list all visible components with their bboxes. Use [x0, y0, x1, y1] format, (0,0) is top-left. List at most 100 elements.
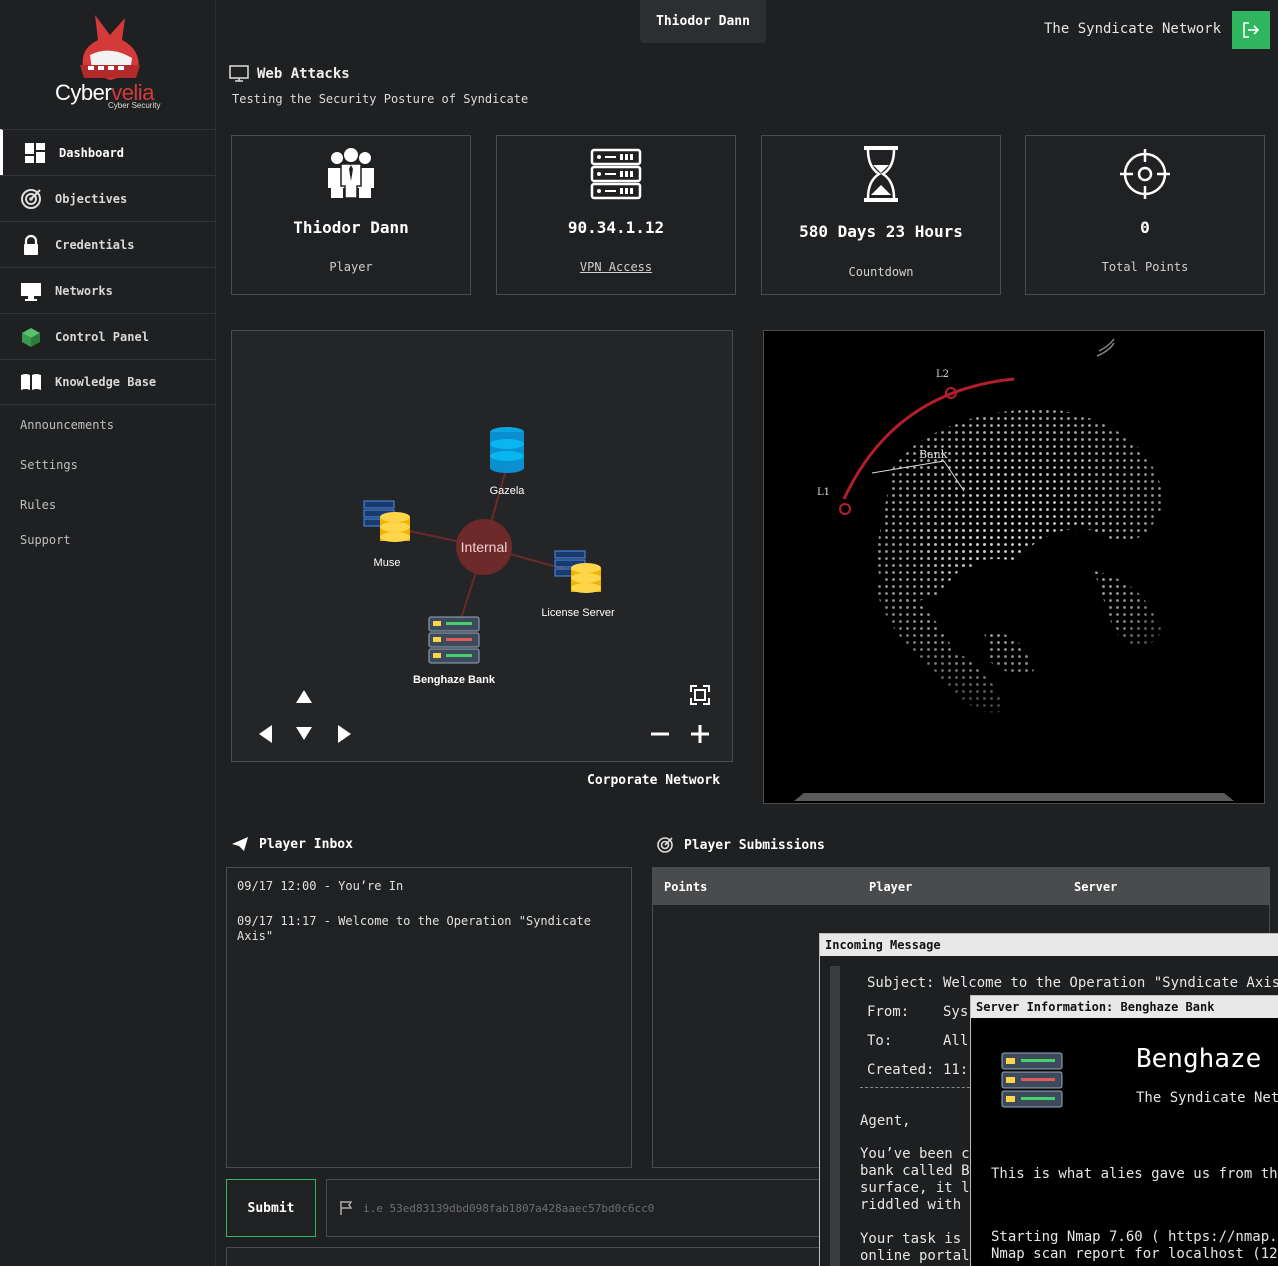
globe-label-bank: Bank	[919, 448, 948, 461]
fit-screen-icon[interactable]	[690, 685, 710, 705]
pan-down-icon[interactable]	[296, 727, 312, 740]
link-rules[interactable]: Rules	[20, 498, 114, 533]
network-map-caption: Corporate Network	[587, 773, 721, 788]
column-server[interactable]: Server	[1074, 880, 1117, 894]
message-greeting: Agent,	[860, 1113, 911, 1129]
countdown-label: Countdown	[848, 265, 914, 279]
server-heading: Benghaze B	[1136, 1044, 1278, 1074]
sidebar-links: Announcements Settings Rules Support	[20, 418, 114, 553]
book-icon	[20, 371, 42, 393]
pan-up-icon[interactable]	[296, 690, 312, 703]
page-title-text: Web Attacks	[257, 66, 350, 82]
inbox-message[interactable]: 09/17 11:17 - Welcome to the Operation "…	[237, 914, 621, 944]
monitor-icon	[229, 65, 249, 82]
network-graph: Internal Gazela Muse License Server Beng…	[259, 427, 710, 743]
subject-label: Subject:	[867, 975, 935, 991]
column-points[interactable]: Points	[664, 880, 707, 894]
sidebar-item-objectives[interactable]: Objectives	[0, 175, 215, 221]
zoom-in-icon[interactable]	[691, 725, 709, 743]
scrollbar[interactable]	[830, 966, 840, 1266]
link-support[interactable]: Support	[20, 533, 114, 553]
node-gazela[interactable]: Gazela	[490, 427, 526, 497]
link-settings[interactable]: Settings	[20, 458, 114, 498]
globe-label-l1: L1	[817, 487, 830, 498]
countdown-card: 580 Days 23 Hours Countdown	[761, 135, 1001, 295]
svg-text:Gazela: Gazela	[490, 485, 526, 497]
column-player[interactable]: Player	[869, 880, 912, 894]
sidebar-item-label: Dashboard	[59, 145, 125, 160]
sidebar-item-label: Networks	[55, 283, 113, 298]
node-muse[interactable]: Muse	[363, 500, 410, 569]
sidebar-item-networks[interactable]: Networks	[0, 267, 215, 313]
inbox-list: 09/17 12:00 - You’re In 09/17 11:17 - We…	[226, 867, 632, 1168]
paper-plane-icon	[232, 837, 248, 851]
vpn-access-link[interactable]: VPN Access	[497, 260, 735, 274]
page-subtitle: Testing the Security Posture of Syndicat…	[232, 92, 529, 106]
monitor-icon	[20, 280, 42, 302]
sidebar-item-label: Control Panel	[55, 329, 149, 344]
sidebar-item-label: Knowledge Base	[55, 375, 157, 389]
node-license-server[interactable]: License Server	[541, 550, 615, 619]
submissions-title-text: Player Submissions	[684, 837, 825, 853]
server-icon	[1001, 1052, 1063, 1108]
from-value: Sys	[943, 1004, 969, 1020]
submissions-title: Player Submissions	[656, 836, 825, 854]
submit-flag-button[interactable]: Submit	[226, 1179, 316, 1237]
page-title: Web Attacks	[229, 65, 350, 83]
globe-view[interactable]: Bank L1 L2	[763, 330, 1265, 804]
svg-text:Muse: Muse	[374, 557, 401, 569]
svg-text:License Server: License Server	[541, 607, 615, 619]
logout-icon	[1243, 22, 1260, 38]
pan-right-icon[interactable]	[338, 725, 351, 743]
flag-input-placeholder: i.e 53ed83139dbd098fab1807a428aaec57bd0c…	[363, 1201, 655, 1215]
divider	[860, 1087, 980, 1088]
countdown-value: 580 Days 23 Hours	[799, 222, 963, 241]
to-value: All	[943, 1033, 969, 1049]
window-title[interactable]: Server Information: Benghaze Bank	[971, 996, 1278, 1018]
crosshair-icon	[1120, 149, 1170, 199]
player-card: Thiodor Dann Player	[231, 135, 471, 295]
target-icon	[657, 837, 673, 853]
flag-input[interactable]: i.e 53ed83139dbd098fab1807a428aaec57bd0c…	[326, 1179, 826, 1237]
points-label: Total Points	[1101, 260, 1189, 274]
created-label: Created:	[867, 1062, 935, 1078]
sidebar-item-knowledge-base[interactable]: Knowledge Base	[0, 359, 215, 405]
table-header: Points Player Server	[653, 868, 1269, 905]
server-info-window[interactable]: Server Information: Benghaze Bank Bengha…	[970, 995, 1278, 1266]
sidebar: Cybervelia Cyber Security Dashboard Obje…	[0, 0, 216, 1266]
from-label: From:	[867, 1004, 910, 1020]
player-name-tab[interactable]: Thiodor Dann	[640, 0, 766, 43]
dashboard-icon	[24, 142, 46, 164]
vpn-ip: 90.34.1.12	[567, 218, 665, 237]
sidebar-item-control-panel[interactable]: Control Panel	[0, 313, 215, 359]
sidebar-item-credentials[interactable]: Credentials	[0, 221, 215, 267]
lock-icon	[20, 234, 42, 256]
logo-tagline: Cyber Security	[108, 101, 161, 110]
nmap-output-line: Starting Nmap 7.60 ( https://nmap.or	[991, 1229, 1278, 1245]
server-rack-icon	[590, 148, 642, 200]
pan-left-icon[interactable]	[259, 725, 272, 743]
nmap-output-line: Nmap scan report for localhost (127.	[991, 1246, 1278, 1262]
logout-button[interactable]	[1232, 11, 1270, 49]
to-label: To:	[867, 1033, 893, 1049]
subject-value: Welcome to the Operation "Syndicate Axis…	[943, 975, 1278, 991]
network-name: The Syndicate Network	[1044, 21, 1222, 37]
server-network: The Syndicate Netw	[1136, 1090, 1278, 1106]
window-title[interactable]: Incoming Message	[820, 934, 1278, 956]
team-icon	[328, 148, 374, 199]
hourglass-icon	[864, 146, 898, 202]
globe-label-l2: L2	[936, 369, 949, 380]
node-benghaze-bank[interactable]: Benghaze Bank	[413, 616, 496, 686]
hub-label: Internal	[461, 539, 508, 555]
points-value: 0	[1140, 218, 1150, 237]
sidebar-item-label: Credentials	[55, 237, 135, 252]
player-label: Player	[329, 260, 373, 274]
link-announcements[interactable]: Announcements	[20, 418, 114, 458]
network-map[interactable]: Internal Gazela Muse License Server Beng…	[231, 330, 733, 762]
player-name: Thiodor Dann	[293, 218, 409, 237]
sidebar-item-dashboard[interactable]: Dashboard	[0, 129, 215, 175]
target-icon	[20, 188, 42, 210]
cube-icon	[20, 326, 42, 348]
inbox-message[interactable]: 09/17 12:00 - You’re In	[237, 879, 621, 894]
flag-icon	[340, 1201, 353, 1215]
